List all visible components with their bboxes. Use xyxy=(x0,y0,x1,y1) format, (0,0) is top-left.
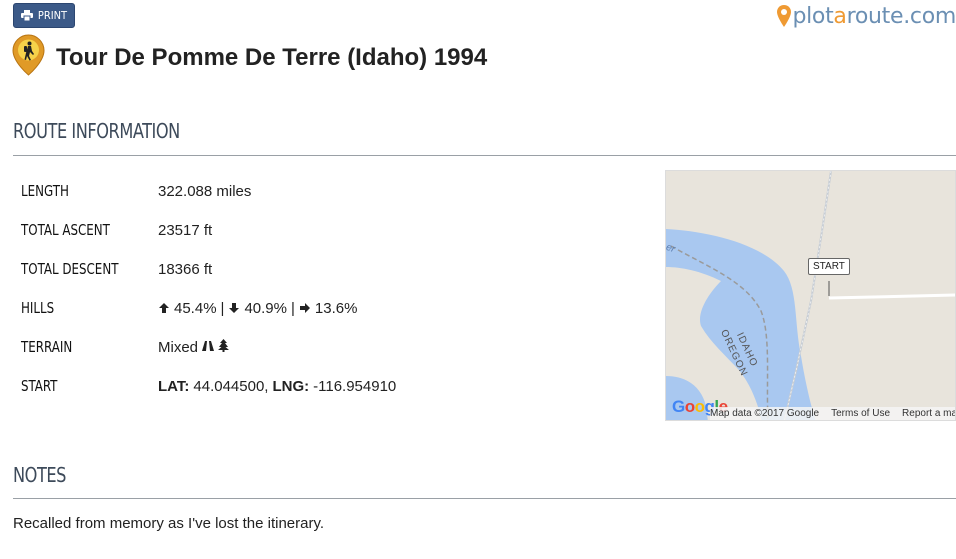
logo-text-a: a xyxy=(833,3,847,29)
logo-text-route: route.com xyxy=(846,3,956,29)
lat-value: 44.044500, xyxy=(193,377,269,395)
start-coordinates: LAT: 44.044500, LNG: -116.954910 xyxy=(158,378,396,395)
route-information-heading: ROUTE INFORMATION xyxy=(13,119,180,143)
plotaroute-logo[interactable]: plot a route.com xyxy=(777,1,956,31)
printer-icon xyxy=(20,10,33,21)
total-descent-value: 18366 ft xyxy=(158,260,213,278)
road-icon xyxy=(202,339,215,356)
hills-flat-value: 13.6% xyxy=(314,299,358,317)
notes-divider xyxy=(13,498,956,499)
info-row-terrain: TERRAIN Mixed xyxy=(21,332,621,362)
hills-value: 45.4% | 40.9% | 13.6% xyxy=(158,300,357,317)
print-button[interactable]: PRINT xyxy=(13,3,75,28)
hills-separator: | xyxy=(291,299,295,317)
map-attribution: Map data ©2017 Google Terms of Use Repor… xyxy=(710,407,955,420)
arrow-up-icon xyxy=(158,302,170,314)
info-row-length: LENGTH 322.088 miles xyxy=(21,176,621,206)
info-row-ascent: TOTAL ASCENT 23517 ft xyxy=(21,215,621,245)
hills-down-value: 40.9% xyxy=(244,299,287,317)
map-pin-icon xyxy=(777,5,792,27)
lng-label: LNG: xyxy=(272,377,310,395)
length-label: LENGTH xyxy=(21,182,69,200)
total-ascent-label: TOTAL ASCENT xyxy=(21,221,110,239)
logo-text-plot: plot xyxy=(792,3,834,29)
hiker-marker-icon xyxy=(12,34,45,81)
page-title: Tour De Pomme De Terre (Idaho) 1994 xyxy=(56,43,488,71)
start-label: START xyxy=(21,377,58,395)
tree-icon xyxy=(218,338,230,356)
report-link[interactable]: Report a ma xyxy=(902,408,955,419)
notes-heading: NOTES xyxy=(13,463,67,487)
terrain-text: Mixed xyxy=(158,338,199,356)
lng-value: -116.954910 xyxy=(313,377,397,395)
hills-separator: | xyxy=(220,299,225,317)
notes-text: Recalled from memory as I've lost the it… xyxy=(13,515,325,532)
map-canvas xyxy=(666,171,955,420)
start-marker[interactable]: START xyxy=(808,258,850,275)
info-row-start: START LAT: 44.044500, LNG: -116.954910 xyxy=(21,371,621,401)
length-value: 322.088 miles xyxy=(158,182,252,200)
terrain-label: TERRAIN xyxy=(21,338,73,356)
arrow-right-icon xyxy=(299,302,311,314)
total-ascent-value: 23517 ft xyxy=(158,221,213,239)
map-data-text: Map data ©2017 Google xyxy=(710,408,820,419)
lat-label: LAT: xyxy=(158,377,190,395)
title-row: Tour De Pomme De Terre (Idaho) 1994 xyxy=(12,34,487,81)
total-descent-label: TOTAL DESCENT xyxy=(21,260,119,278)
hills-label: HILLS xyxy=(21,299,55,317)
route-information-divider xyxy=(13,155,956,156)
terrain-value: Mixed xyxy=(158,338,230,356)
terms-link[interactable]: Terms of Use xyxy=(831,408,890,419)
info-row-descent: TOTAL DESCENT 18366 ft xyxy=(21,254,621,284)
hills-up-value: 45.4% xyxy=(174,299,217,317)
route-map[interactable]: START er IDAHO OREGON Google Map data ©2… xyxy=(665,170,956,421)
info-row-hills: HILLS 45.4% | 40.9% | 13.6% xyxy=(21,293,621,323)
arrow-down-icon xyxy=(228,302,240,314)
map-footer: Google Map data ©2017 Google Terms of Us… xyxy=(666,397,955,420)
print-label: PRINT xyxy=(37,9,68,22)
